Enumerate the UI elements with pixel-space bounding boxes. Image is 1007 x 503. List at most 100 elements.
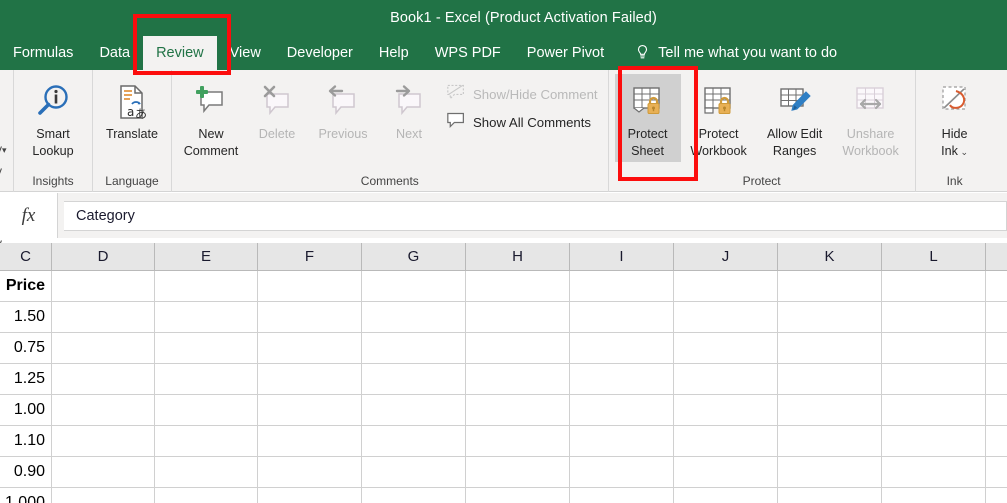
grid-cell[interactable] [778,488,882,503]
grid-cell[interactable] [155,426,258,457]
grid-cell[interactable] [258,302,362,333]
grid-cell[interactable] [466,271,570,302]
grid-cell[interactable] [882,426,986,457]
show-all-comments-button[interactable]: Show All Comments [442,111,602,133]
grid-cell[interactable] [52,333,155,364]
grid-cell[interactable] [778,426,882,457]
grid-cell[interactable] [778,271,882,302]
grid-cell[interactable] [674,333,778,364]
column-header-I[interactable]: I [570,243,674,271]
clipped-row-1[interactable]: y▾ [0,142,7,156]
grid-cell[interactable] [778,364,882,395]
grid-cell[interactable] [778,333,882,364]
grid-cell[interactable] [52,364,155,395]
grid-cell[interactable] [52,271,155,302]
formula-input[interactable]: Category [64,200,1007,231]
allow-edit-ranges-button[interactable]: Allow Edit Ranges [757,74,833,162]
grid-cell[interactable] [882,333,986,364]
grid-cell[interactable] [986,271,1007,302]
grid-cell[interactable]: 1.50 [0,302,52,333]
grid-cell[interactable] [778,457,882,488]
grid-cell[interactable] [466,364,570,395]
new-comment-button[interactable]: New Comment [178,74,244,162]
grid-cell[interactable] [778,302,882,333]
grid-cell[interactable] [674,271,778,302]
grid-cell[interactable] [52,302,155,333]
grid-cell[interactable] [362,302,466,333]
grid-cell[interactable] [466,488,570,503]
grid-cell[interactable] [986,333,1007,364]
column-header-J[interactable]: J [674,243,778,271]
grid-cell[interactable] [674,302,778,333]
column-header-F[interactable]: F [258,243,362,271]
grid-cell[interactable] [986,426,1007,457]
clipped-row-2[interactable]: y [0,164,2,178]
grid-cell[interactable] [466,302,570,333]
grid-cell[interactable] [986,457,1007,488]
column-header-H[interactable]: H [466,243,570,271]
grid-cell[interactable] [362,395,466,426]
grid-cell[interactable] [258,457,362,488]
grid-cell[interactable] [362,364,466,395]
ribbon-tab-developer[interactable]: Developer [274,36,366,70]
ribbon-tab-review[interactable]: Review [143,36,217,70]
grid-cell[interactable] [882,302,986,333]
smart-lookup-button[interactable]: Smart Lookup [20,74,86,162]
grid-cell[interactable] [258,395,362,426]
grid-cell[interactable] [570,364,674,395]
protect-sheet-button[interactable]: Protect Sheet [614,74,681,162]
column-header-G[interactable]: G [362,243,466,271]
grid-cell[interactable] [155,302,258,333]
grid-cell[interactable]: 1.25 [0,364,52,395]
column-header-L[interactable]: L [882,243,986,271]
ribbon-tab-view[interactable]: View [217,36,274,70]
grid-cell[interactable] [570,457,674,488]
grid-cell[interactable] [986,488,1007,503]
grid-cell[interactable] [882,457,986,488]
grid-cell[interactable] [570,333,674,364]
grid-cell[interactable] [674,395,778,426]
grid-cell[interactable]: 0.90 [0,457,52,488]
grid-cell[interactable] [674,364,778,395]
grid-cell[interactable] [52,395,155,426]
grid-cell[interactable] [155,271,258,302]
grid-cell[interactable] [778,395,882,426]
grid-cell[interactable] [258,488,362,503]
grid-cell[interactable] [674,426,778,457]
column-header-blank[interactable] [986,243,1007,271]
grid-cell[interactable] [882,364,986,395]
grid-cell[interactable] [362,426,466,457]
grid-cell[interactable] [674,457,778,488]
grid-cell[interactable] [570,271,674,302]
grid-cell[interactable] [258,271,362,302]
grid-cell[interactable]: 1.10 [0,426,52,457]
ribbon-tab-power-pivot[interactable]: Power Pivot [514,36,617,70]
grid-cell[interactable]: 1.000 [0,488,52,503]
grid-cell[interactable] [466,457,570,488]
grid-cell[interactable] [258,333,362,364]
grid-cell[interactable] [570,488,674,503]
grid-cell[interactable] [986,364,1007,395]
grid-cell[interactable] [362,271,466,302]
hide-ink-button[interactable]: Hide Ink ⌄ [922,74,988,162]
grid-cell[interactable] [986,302,1007,333]
grid-cell[interactable] [882,271,986,302]
ribbon-tab-wps-pdf[interactable]: WPS PDF [422,36,514,70]
column-header-K[interactable]: K [778,243,882,271]
ribbon-tab-formulas[interactable]: Formulas [0,36,86,70]
grid-cell[interactable]: Price [0,271,52,302]
protect-workbook-button[interactable]: Protect Workbook [681,74,757,162]
chevron-down-icon[interactable]: ⌄ [958,147,968,157]
grid-cell[interactable] [570,395,674,426]
grid-cell[interactable] [52,488,155,503]
grid-cell[interactable] [52,426,155,457]
grid-cell[interactable] [258,426,362,457]
grid-cell[interactable] [882,395,986,426]
grid-cell[interactable] [570,302,674,333]
grid-cell[interactable] [52,457,155,488]
column-header-D[interactable]: D [52,243,155,271]
grid-cell[interactable] [155,457,258,488]
grid-cell[interactable]: 0.75 [0,333,52,364]
grid-cell[interactable] [155,488,258,503]
grid-cell[interactable] [466,395,570,426]
